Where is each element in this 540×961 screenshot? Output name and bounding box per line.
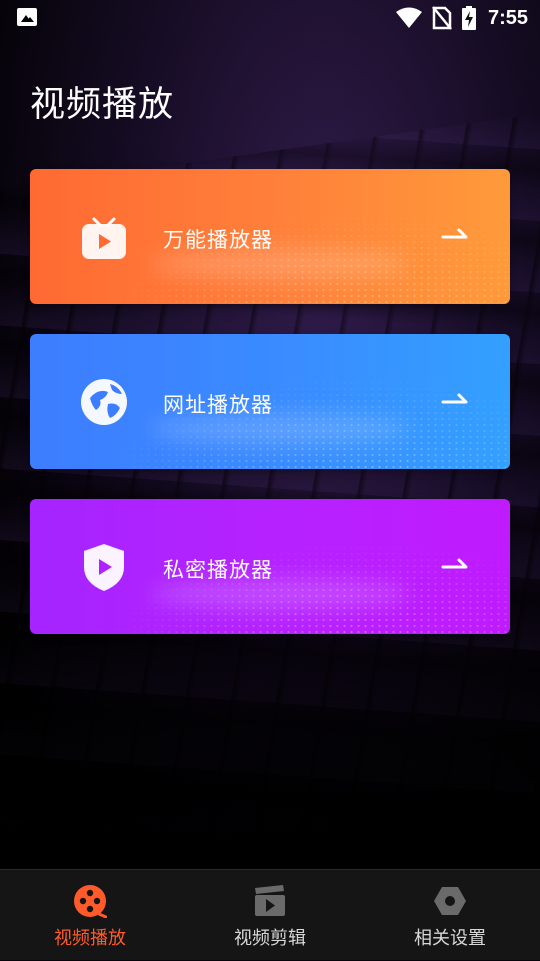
universal-player-card[interactable]: 万能播放器: [30, 169, 510, 304]
arrow-right-icon: [441, 558, 468, 569]
status-time: 7:55: [487, 6, 528, 29]
nav-tab-settings[interactable]: 相关设置: [360, 870, 540, 961]
arrow-right-icon: [441, 228, 468, 239]
wifi-icon: [395, 7, 422, 28]
no-sim-icon: [432, 6, 452, 30]
film-reel-icon: [74, 885, 107, 918]
url-player-card[interactable]: 网址播放器: [30, 334, 510, 469]
card-label: 私密播放器: [163, 558, 273, 582]
nav-label: 相关设置: [414, 928, 486, 949]
arrow-right-icon: [441, 393, 468, 404]
card-label: 网址播放器: [163, 393, 273, 417]
nav-label: 视频播放: [54, 928, 126, 949]
page-title: 视频播放: [30, 85, 175, 125]
clapperboard-icon: [255, 885, 285, 916]
image-icon: [17, 8, 37, 26]
battery-charging-icon: [461, 6, 476, 30]
nav-tab-video-edit[interactable]: 视频剪辑: [180, 870, 360, 961]
private-player-card[interactable]: 私密播放器: [30, 499, 510, 634]
bottom-navigation: 视频播放 视频剪辑 相关设置: [0, 869, 540, 960]
hexagon-settings-icon: [434, 887, 466, 915]
status-bar: 7:55: [0, 0, 540, 36]
nav-label: 视频剪辑: [234, 928, 306, 949]
tv-play-icon: [82, 217, 126, 259]
card-label: 万能播放器: [163, 228, 273, 252]
nav-tab-video-play[interactable]: 视频播放: [0, 870, 180, 961]
globe-icon: [81, 379, 127, 425]
shield-play-icon: [84, 544, 124, 591]
status-icons: 7:55: [395, 4, 528, 32]
